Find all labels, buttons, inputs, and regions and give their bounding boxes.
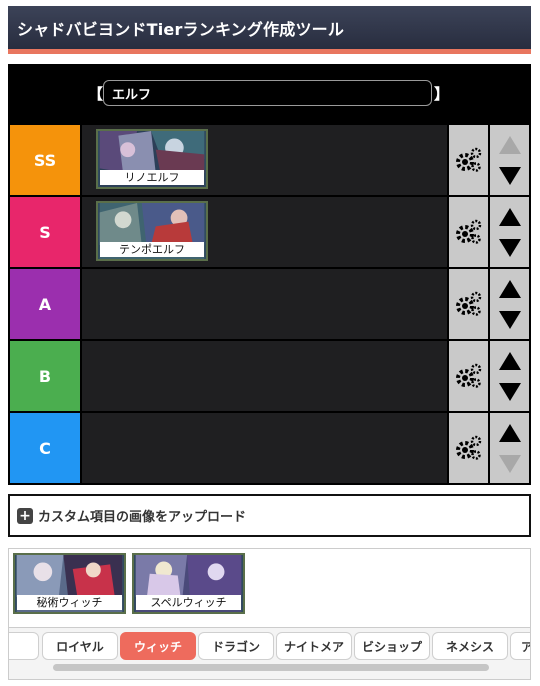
card-name: テンポエルフ — [100, 242, 204, 257]
pool-card-spell-witch[interactable]: スペルウィッチ — [132, 553, 245, 614]
tier-settings-button-ss[interactable] — [449, 125, 488, 195]
tier-settings-button-b[interactable] — [449, 341, 488, 411]
gears-icon — [455, 291, 481, 316]
tier-row-a: A — [8, 269, 531, 339]
arrow-down-icon[interactable] — [498, 166, 521, 185]
arrow-down-icon[interactable] — [498, 238, 521, 257]
gears-icon — [455, 147, 481, 172]
tier-move-buttons-s — [490, 197, 529, 267]
plus-square-icon: + — [17, 507, 33, 524]
app-title-bar: シャドバビヨンドTierランキング作成ツール — [8, 6, 531, 49]
tier-row-s: S テンポエルフ — [8, 197, 531, 267]
tier-row-ss: SS リノエルフ — [8, 125, 531, 195]
deck-card-tempo-elf[interactable]: テンポエルフ — [96, 201, 208, 261]
tier-label-s[interactable]: S — [10, 197, 80, 267]
tab-elf[interactable]: フ — [9, 632, 39, 660]
open-bracket: 【 — [88, 85, 104, 103]
tier-move-buttons-a — [490, 269, 529, 339]
tier-label-a[interactable]: A — [10, 269, 80, 339]
list-name-input[interactable] — [103, 80, 432, 106]
list-name-row: 【 】 — [8, 64, 531, 122]
tab-nightmare[interactable]: ナイトメア — [276, 632, 352, 660]
gears-icon — [455, 363, 481, 388]
tier-board: 【 】 SS リノエルフ — [8, 64, 531, 485]
tab-bishop[interactable]: ビショップ — [354, 632, 430, 660]
tier-label-ss[interactable]: SS — [10, 125, 80, 195]
tier-row-c: C — [8, 413, 531, 483]
tier-settings-button-c[interactable] — [449, 413, 488, 483]
gears-icon — [455, 219, 481, 244]
tier-settings-button-a[interactable] — [449, 269, 488, 339]
tier-settings-button-s[interactable] — [449, 197, 488, 267]
arrow-down-icon[interactable] — [498, 382, 521, 401]
tier-drop-area-c[interactable] — [82, 413, 447, 483]
arrow-up-icon[interactable] — [498, 351, 521, 370]
tier-drop-area-ss[interactable]: リノエルフ — [82, 125, 447, 195]
tier-drop-area-a[interactable] — [82, 269, 447, 339]
tier-drop-area-s[interactable]: テンポエルフ — [82, 197, 447, 267]
arrow-up-icon — [498, 135, 521, 154]
tier-label-c[interactable]: C — [10, 413, 80, 483]
arrow-up-icon[interactable] — [498, 279, 521, 298]
class-tab-bar: フ ロイヤル ウィッチ ドラゴン ナイトメア ビショップ ネメシス ア — [8, 628, 531, 680]
title-accent-line — [8, 49, 531, 54]
tab-witch[interactable]: ウィッチ — [120, 632, 196, 660]
arrow-up-icon[interactable] — [498, 423, 521, 442]
tab-all[interactable]: ア — [510, 632, 530, 660]
arrow-down-icon — [498, 454, 521, 473]
upload-label: カスタム項目の画像をアップロード — [38, 510, 247, 525]
gears-icon — [455, 435, 481, 460]
tab-scrollbar-thumb[interactable] — [53, 664, 489, 671]
tab-nemesis[interactable]: ネメシス — [432, 632, 508, 660]
arrow-down-icon[interactable] — [498, 310, 521, 329]
card-pool[interactable]: 秘術ウィッチ スペルウィッチ — [8, 548, 531, 628]
app-title: シャドバビヨンドTierランキング作成ツール — [17, 19, 345, 39]
tier-drop-area-b[interactable] — [82, 341, 447, 411]
card-name: 秘術ウィッチ — [17, 595, 122, 610]
upload-custom-image-button[interactable]: + カスタム項目の画像をアップロード — [8, 494, 531, 537]
tier-row-b: B — [8, 341, 531, 411]
tab-dragon[interactable]: ドラゴン — [198, 632, 274, 660]
tier-move-buttons-c — [490, 413, 529, 483]
tier-label-b[interactable]: B — [10, 341, 80, 411]
arrow-up-icon[interactable] — [498, 207, 521, 226]
card-name: リノエルフ — [100, 170, 204, 185]
card-name: スペルウィッチ — [136, 595, 241, 610]
deck-card-reno-elf[interactable]: リノエルフ — [96, 129, 208, 189]
tab-royal[interactable]: ロイヤル — [42, 632, 118, 660]
tier-move-buttons-ss — [490, 125, 529, 195]
close-bracket: 】 — [434, 85, 450, 103]
pool-card-arcane-witch[interactable]: 秘術ウィッチ — [13, 553, 126, 614]
tier-move-buttons-b — [490, 341, 529, 411]
